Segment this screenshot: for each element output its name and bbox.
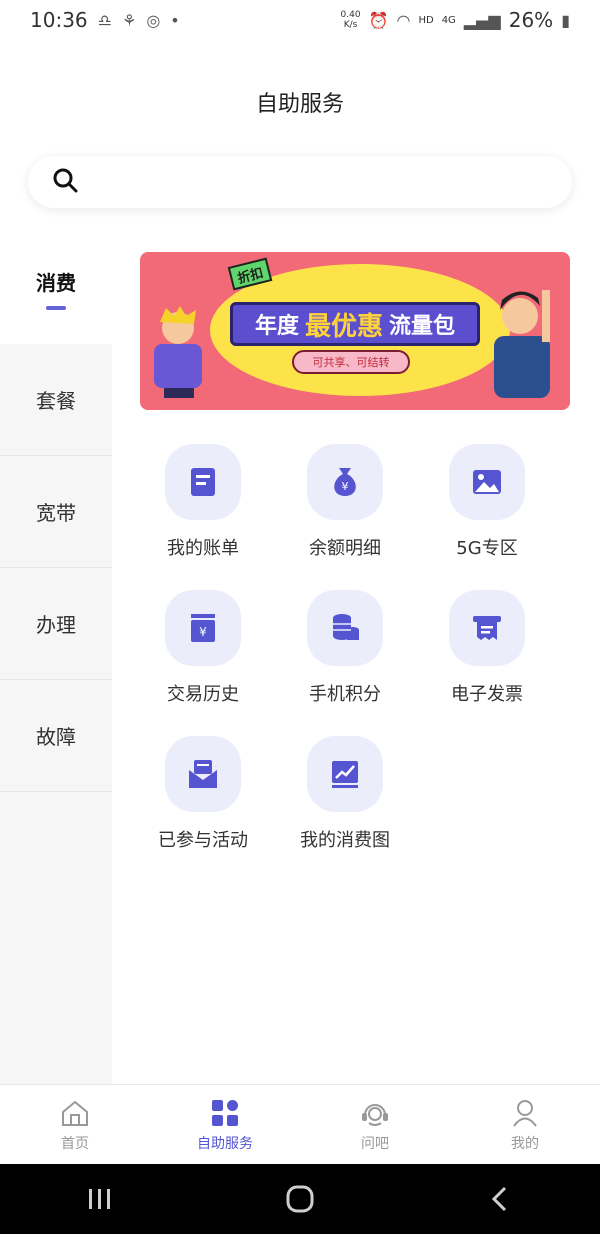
banner-title: 年度 最优惠 流量包 [230, 302, 480, 346]
chart-icon [332, 761, 358, 788]
service-label: 交易历史 [167, 684, 239, 705]
service-phone-points[interactable]: 手机积分 [274, 590, 416, 720]
envelope-icon [189, 760, 217, 788]
hd-indicator: HD [418, 14, 434, 26]
cartoon-boy-right-icon [494, 290, 550, 398]
promo-banner[interactable]: 折扣 年度 最优惠 流量包 可共享、可结转 [140, 252, 570, 410]
sidebar-item-fault[interactable]: 故障 [0, 680, 112, 792]
svg-text:¥: ¥ [199, 625, 207, 639]
icon-container [307, 736, 383, 812]
tab-ask[interactable]: 问吧 [300, 1085, 450, 1164]
tab-label: 首页 [61, 1135, 89, 1152]
service-label: 已参与活动 [158, 830, 248, 851]
tab-mine[interactable]: 我的 [450, 1085, 600, 1164]
svg-text:¥: ¥ [342, 480, 349, 493]
sidebar-item-label: 消费 [36, 270, 76, 295]
home-button[interactable] [270, 1174, 330, 1224]
recent-apps-button[interactable] [70, 1174, 130, 1224]
home-icon [62, 1100, 88, 1126]
cartoon-boy-left-icon [154, 306, 202, 398]
dot-icon: • [170, 10, 180, 30]
notification-icon: ⚘ [121, 10, 137, 30]
grid-apps-icon [212, 1099, 238, 1126]
money-bag-icon: ¥ [334, 468, 356, 496]
tab-self-service[interactable]: 自助服务 [150, 1085, 300, 1164]
service-label: 我的消费图 [300, 830, 390, 851]
icon-container: ¥ [165, 590, 241, 666]
home-circle-icon [286, 1185, 314, 1213]
user-icon [513, 1099, 537, 1127]
service-content: 折扣 年度 最优惠 流量包 可共享、可结转 我的账单 ¥ 余额明细 5G专区 ¥… [112, 232, 600, 1084]
icon-container [165, 736, 241, 812]
signal-icon: ▂▄▆ [463, 10, 501, 30]
sidebar-item-broadband[interactable]: 宽带 [0, 456, 112, 568]
sidebar-item-label: 宽带 [36, 501, 76, 525]
tab-label: 自助服务 [197, 1135, 253, 1152]
invoice-icon [473, 616, 501, 640]
service-label: 我的账单 [167, 538, 239, 559]
search-input[interactable] [92, 173, 532, 191]
service-balance-detail[interactable]: ¥ 余额明细 [274, 444, 416, 574]
back-icon [491, 1186, 507, 1212]
active-indicator [46, 305, 66, 310]
battery-icon: ▮ [561, 10, 570, 30]
banner-subtitle: 可共享、可结转 [292, 350, 410, 374]
category-sidebar: 消费 套餐 宽带 办理 故障 [0, 232, 112, 1084]
net-speed: 0.40 K/s [340, 10, 361, 30]
icon-container [307, 590, 383, 666]
sidebar-item-handle[interactable]: 办理 [0, 568, 112, 680]
customer-service-icon [362, 1103, 388, 1126]
status-time: 10:36 [30, 8, 88, 32]
qq-icon: ♎ [97, 10, 112, 30]
search-bar[interactable] [28, 156, 572, 208]
tab-label: 问吧 [361, 1135, 389, 1152]
sidebar-item-label: 套餐 [36, 389, 76, 413]
service-label: 电子发票 [451, 684, 523, 705]
sidebar-item-label: 故障 [36, 725, 76, 749]
sidebar-item-label: 办理 [36, 613, 76, 637]
search-icon [52, 167, 78, 197]
system-nav-bar [0, 1164, 600, 1234]
tab-home[interactable]: 首页 [0, 1085, 150, 1164]
service-e-invoice[interactable]: 电子发票 [416, 590, 558, 720]
alarm-icon: ⏰ [368, 10, 389, 30]
wifi-icon: ◠ [396, 10, 411, 30]
service-my-bill[interactable]: 我的账单 [132, 444, 274, 574]
coins-icon [333, 614, 359, 640]
back-button[interactable] [470, 1174, 530, 1224]
service-transaction-history[interactable]: ¥ 交易历史 [132, 590, 274, 720]
image-icon [473, 470, 501, 494]
sidebar-item-package[interactable]: 套餐 [0, 344, 112, 456]
network-indicator: 4G [441, 14, 456, 26]
icon-container: ¥ [307, 444, 383, 520]
service-joined-activities[interactable]: 已参与活动 [132, 736, 274, 866]
icon-container [165, 444, 241, 520]
page-title: 自助服务 [255, 92, 344, 117]
service-label: 5G专区 [456, 538, 518, 559]
recent-apps-icon [89, 1189, 110, 1209]
sync-icon: ◎ [146, 10, 161, 30]
tab-label: 我的 [511, 1135, 539, 1152]
service-label: 余额明细 [309, 538, 381, 559]
battery-level: 26% [508, 8, 554, 32]
status-bar: 10:36 ♎ ⚘ ◎ • 0.40 K/s ⏰ ◠ HD 4G ▂▄▆ 26%… [0, 0, 600, 40]
icon-container [449, 590, 525, 666]
bottom-tab-bar: 首页 自助服务 问吧 我的 [0, 1084, 600, 1164]
sidebar-item-consumption[interactable]: 消费 [0, 232, 112, 344]
service-5g-zone[interactable]: 5G专区 [416, 444, 558, 574]
bill-icon [191, 468, 215, 496]
transaction-icon: ¥ [191, 614, 215, 642]
service-label: 手机积分 [309, 684, 381, 705]
service-my-consumption-chart[interactable]: 我的消费图 [274, 736, 416, 866]
icon-container [449, 444, 525, 520]
